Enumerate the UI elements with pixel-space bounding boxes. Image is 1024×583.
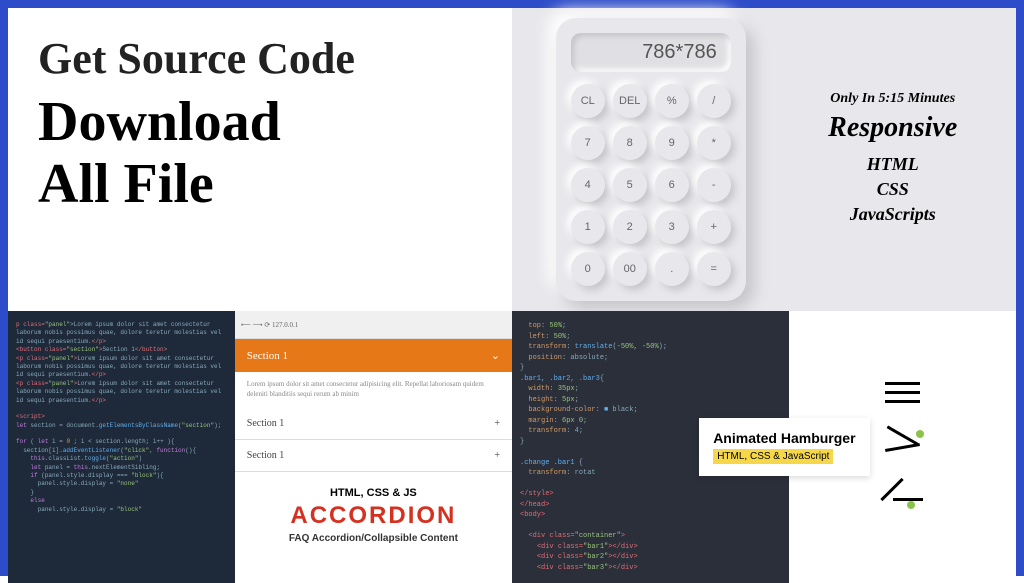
hamburger-icon-animated2[interactable] [885,483,920,513]
section-label: Section 1 [247,350,288,362]
accordion-t2: ACCORDION [245,502,502,530]
calc-btn-1[interactable]: 1 [571,210,605,244]
calc-btn-3[interactable]: 3 [655,210,689,244]
calc-btn-7[interactable]: 7 [571,126,605,160]
calculator-block: 786*786 CL DEL % / 7 8 9 * 4 5 6 - 1 2 3… [512,8,1016,311]
hamburger-icon[interactable] [885,382,920,403]
accordion-t3: FAQ Accordion/Collapsible Content [245,533,502,544]
calc-btn-add[interactable]: + [697,210,731,244]
section-label: Section 1 [247,450,285,461]
hamburger-l2: HTML, CSS & JavaScript [713,449,833,464]
calc-btn-mul[interactable]: * [697,126,731,160]
section-label: Section 1 [247,418,285,429]
accordion-t1: HTML, CSS & JS [245,487,502,499]
hamburger-icon-animated1[interactable] [885,428,920,458]
hamburger-l1: Animated Hamburger [713,430,855,446]
title-block: Get Source Code Download All File [8,8,512,311]
title-line1: Get Source Code [38,33,482,84]
calc-text: Only In 5:15 Minutes Responsive HTML CSS… [813,91,972,229]
calculator: 786*786 CL DEL % / 7 8 9 * 4 5 6 - 1 2 3… [556,18,746,301]
calc-btn-eq[interactable]: = [697,252,731,286]
calc-btn-0[interactable]: 0 [571,252,605,286]
calc-heading2: Responsive [828,112,957,144]
section-item[interactable]: Section 1 + [235,408,512,440]
calc-heading1: Only In 5:15 Minutes [828,91,957,107]
calc-btn-5[interactable]: 5 [613,168,647,202]
calc-btn-div[interactable]: / [697,84,731,118]
accordion-code-panel: p class="panel">Lorem ipsum dolor sit am… [8,311,235,583]
hamburger-block: top: 50%; left: 50%; transform: translat… [512,311,1016,583]
calc-tech2: CSS [828,179,957,200]
accordion-title: HTML, CSS & JS ACCORDION FAQ Accordion/C… [235,472,512,559]
calc-btn-9[interactable]: 9 [655,126,689,160]
calc-grid: CL DEL % / 7 8 9 * 4 5 6 - 1 2 3 + 0 00 … [571,84,731,286]
calc-btn-sub[interactable]: - [697,168,731,202]
plus-icon: + [494,450,500,461]
calc-btn-6[interactable]: 6 [655,168,689,202]
calc-btn-4[interactable]: 4 [571,168,605,202]
chevron-down-icon: ⌄ [491,349,500,362]
calc-btn-cl[interactable]: CL [571,84,605,118]
accordion-preview: ⟵ ⟶ ⟳ 127.0.0.1 Section 1 ⌄ Lorem ipsum … [235,311,512,583]
calc-btn-8[interactable]: 8 [613,126,647,160]
calc-btn-dot[interactable]: . [655,252,689,286]
calc-display: 786*786 [571,33,731,72]
calc-btn-2[interactable]: 2 [613,210,647,244]
title-line2a: Download [38,92,482,154]
calc-tech3: JavaScripts [828,204,957,225]
section-item[interactable]: Section 1 + [235,440,512,472]
section-content: Lorem ipsum dolor sit amet consectetur a… [235,372,512,408]
calc-btn-pct[interactable]: % [655,84,689,118]
title-line2b: All File [38,154,482,216]
calc-btn-del[interactable]: DEL [613,84,647,118]
browser-bar: ⟵ ⟶ ⟳ 127.0.0.1 [235,311,512,339]
calc-btn-00[interactable]: 00 [613,252,647,286]
plus-icon: + [494,418,500,429]
calc-tech1: HTML [828,154,957,175]
accordion-block: p class="panel">Lorem ipsum dolor sit am… [8,311,512,583]
section-header[interactable]: Section 1 ⌄ [235,339,512,372]
hamburger-label: Animated Hamburger HTML, CSS & JavaScrip… [699,418,869,476]
hamburger-preview: Animated Hamburger HTML, CSS & JavaScrip… [789,311,1016,583]
